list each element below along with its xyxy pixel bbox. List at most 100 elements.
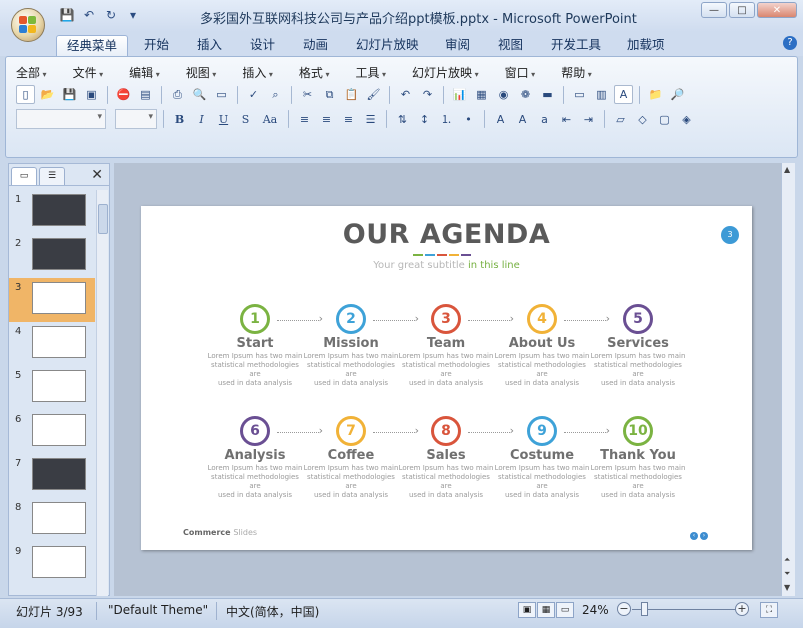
zoom-level[interactable]: 24% [582,603,609,617]
layout-icon[interactable]: ▥ [592,85,611,104]
tab-slideshow[interactable]: 幻灯片放映 [346,35,429,56]
save-icon[interactable]: 💾 [58,7,76,23]
next-slide-icon[interactable]: ⏷ [784,569,790,579]
slide-thumbnail[interactable]: 9 [9,542,95,586]
menu-all[interactable]: 全部 [16,64,47,81]
customize-icon[interactable]: ▾ [124,7,142,23]
slide-thumbnail[interactable]: 1 [9,190,95,234]
panel-scroll-thumb[interactable] [98,204,108,234]
paste-icon[interactable]: 📋 [342,85,361,104]
underline-button[interactable]: U [214,110,233,129]
language-status[interactable]: 中文(简体，中国) [226,603,319,620]
open-icon[interactable]: 📂 [38,85,57,104]
scroll-up-icon[interactable]: ▲ [784,165,790,174]
print-icon[interactable]: ⎙ [168,85,187,104]
menu-view[interactable]: 视图 [186,64,217,81]
new-icon[interactable]: ▯ [16,85,35,104]
align-left-icon[interactable]: ≡ [295,110,314,129]
slide-thumbnail[interactable]: 6 [9,410,95,454]
prev-icon[interactable]: ‹ [690,532,698,540]
cut-icon[interactable]: ✂ [298,85,317,104]
permission-icon[interactable]: ⛔ [114,85,133,104]
menu-edit[interactable]: 编辑 [129,64,160,81]
agenda-step[interactable]: 10 Thank You Lorem Ipsum has two main stati… [590,416,686,500]
font-color-icon[interactable]: A [491,110,510,129]
tab-addins[interactable]: 加载项 [617,35,675,56]
slide-subtitle[interactable]: Your great subtitle in this line [141,260,752,271]
folder-icon[interactable]: 📁 [646,85,665,104]
menu-file[interactable]: 文件 [73,64,104,81]
new-slide-icon[interactable]: ▭ [570,85,589,104]
next-icon[interactable]: › [700,532,708,540]
shrink-font-icon[interactable]: a [535,110,554,129]
slide-thumbnail[interactable]: 3 [9,278,95,322]
close-panel-icon[interactable]: ✕ [91,167,103,183]
find-icon[interactable]: 🔎 [668,85,687,104]
print-preview-icon[interactable]: 🔍 [190,85,209,104]
copy-icon[interactable]: ⧉ [320,85,339,104]
agenda-step[interactable]: 8 Sales Lorem Ipsum has two main statistica… [398,416,494,500]
agenda-step[interactable]: 3 Team Lorem Ipsum has two main statistical… [398,304,494,388]
zoom-in-icon[interactable]: + [735,602,749,616]
office-button[interactable] [11,8,45,42]
slide-thumbnail[interactable]: 8 [9,498,95,542]
menu-window[interactable]: 窗口 [505,64,536,81]
shape-fill-icon[interactable]: ◈ [677,110,696,129]
reading-view-icon[interactable]: ▭ [556,602,574,618]
numbering-icon[interactable]: ⒈ [437,110,456,129]
zoom-slider-knob[interactable] [641,602,648,616]
tab-developer[interactable]: 开发工具 [541,35,611,56]
agenda-step[interactable]: 7 Coffee Lorem Ipsum has two main statistic… [303,416,399,500]
slide-canvas[interactable]: OUR AGENDA Your great subtitle in this l… [141,206,752,550]
shapes-icon[interactable]: ◇ [633,110,652,129]
arrange-icon[interactable]: ▱ [611,110,630,129]
text-direction-icon[interactable]: ⇅ [393,110,412,129]
outline-tab-icon[interactable]: ☰ [39,167,65,185]
fit-window-icon[interactable]: ⛶ [760,602,778,618]
change-case-button[interactable]: Aa [258,110,282,129]
quick-styles-icon[interactable]: ▢ [655,110,674,129]
close-button[interactable]: ✕ [757,2,797,18]
menu-help[interactable]: 帮助 [561,64,592,81]
line-spacing-icon[interactable]: ↕ [415,110,434,129]
maximize-button[interactable]: □ [729,2,755,18]
agenda-step[interactable]: 5 Services Lorem Ipsum has two main statist… [590,304,686,388]
slide-thumbnail[interactable]: 5 [9,366,95,410]
shadow-button[interactable]: S [236,110,255,129]
save-toolbar-icon[interactable]: 💾 [60,85,79,104]
tab-review[interactable]: 审阅 [435,35,480,56]
align-center-icon[interactable]: ≡ [317,110,336,129]
spelling-icon[interactable]: ✓ [244,85,263,104]
menu-format[interactable]: 格式 [299,64,330,81]
sorter-view-icon[interactable]: ▦ [537,602,555,618]
help-icon[interactable]: ? [783,36,797,50]
agenda-step[interactable]: 9 Costume Lorem Ipsum has two main statisti… [494,416,590,500]
main-scrollbar[interactable]: ▲ ⏶ ⏷ ▼ [781,163,795,596]
chart-icon[interactable]: 📊 [450,85,469,104]
page-icon[interactable]: ▭ [212,85,231,104]
scroll-down-icon[interactable]: ▼ [784,583,790,592]
normal-view-icon[interactable]: ▣ [518,602,536,618]
clipart-icon[interactable]: ❁ [516,85,535,104]
italic-button[interactable]: I [192,110,211,129]
slide-title[interactable]: OUR AGENDA [141,219,752,250]
font-name-combo[interactable] [16,109,106,129]
publish-icon[interactable]: ▤ [136,85,155,104]
smartart-icon[interactable]: ◉ [494,85,513,104]
zoom-out-icon[interactable]: − [617,602,631,616]
bullets-icon[interactable]: • [459,110,478,129]
menu-insert[interactable]: 插入 [242,64,273,81]
slide-thumbnail[interactable]: 7 [9,454,95,498]
justify-icon[interactable]: ☰ [361,110,380,129]
slide-thumbnail[interactable]: 2 [9,234,95,278]
agenda-step[interactable]: 4 About Us Lorem Ipsum has two main statist… [494,304,590,388]
decrease-indent-icon[interactable]: ⇤ [557,110,576,129]
minimize-button[interactable]: — [701,2,727,18]
table-icon[interactable]: ▦ [472,85,491,104]
agenda-step[interactable]: 6 Analysis Lorem Ipsum has two main statist… [207,416,303,500]
bold-button[interactable]: B [170,110,189,129]
format-painter-icon[interactable]: 🖌 [364,85,383,104]
font-size-combo[interactable] [115,109,157,129]
tab-animation[interactable]: 动画 [293,35,338,56]
slide-thumbnail[interactable]: 4 [9,322,95,366]
